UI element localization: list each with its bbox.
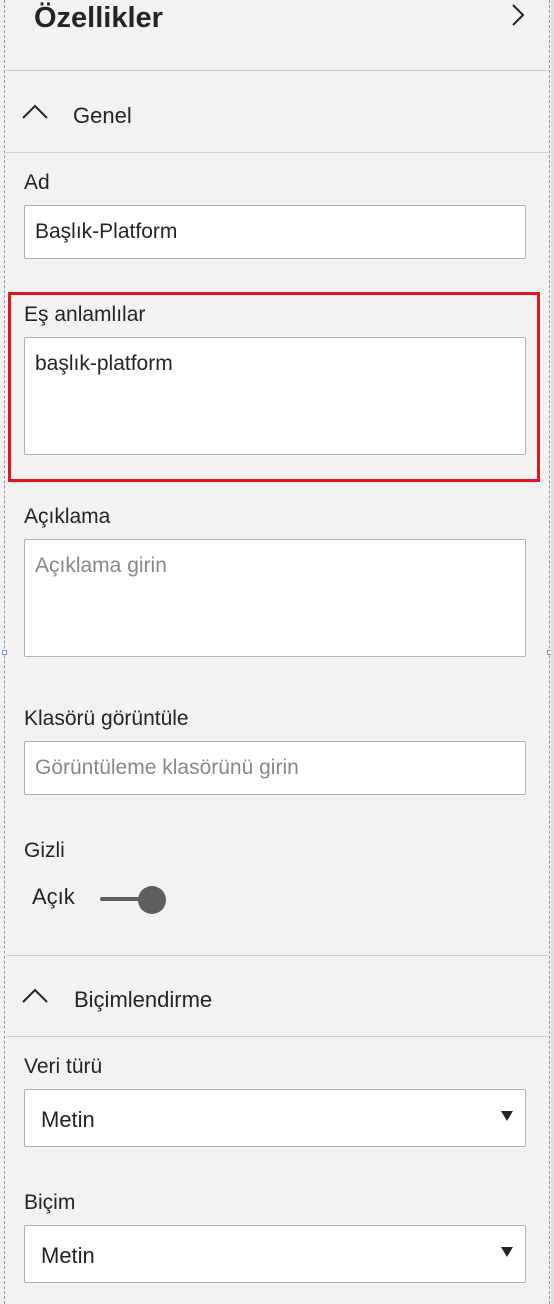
chevron-up-icon[interactable] — [20, 986, 50, 1006]
chevron-up-icon[interactable] — [20, 102, 50, 122]
caret-down-icon — [501, 1111, 513, 1121]
resize-handle-left[interactable] — [2, 650, 7, 655]
format-select[interactable]: Metin — [24, 1225, 526, 1283]
synonyms-textarea[interactable]: başlık-platform — [24, 337, 526, 455]
name-input-value: Başlık-Platform — [35, 220, 178, 243]
synonyms-textarea-value: başlık-platform — [35, 352, 173, 375]
name-input[interactable]: Başlık-Platform — [24, 205, 526, 259]
data-type-value: Metin — [41, 1107, 95, 1132]
divider — [6, 70, 548, 71]
description-label: Açıklama — [24, 505, 111, 528]
synonyms-label: Eş anlamlılar — [24, 303, 146, 326]
description-textarea[interactable]: Açıklama girin — [24, 539, 526, 657]
section-label-general: Genel — [73, 103, 132, 128]
data-type-label: Veri türü — [24, 1055, 103, 1078]
display-folder-input[interactable]: Görüntüleme klasörünü girin — [24, 741, 526, 795]
data-type-select[interactable]: Metin — [24, 1089, 526, 1147]
hidden-toggle[interactable] — [100, 884, 168, 914]
divider — [6, 955, 548, 956]
toggle-knob — [138, 886, 166, 914]
description-placeholder: Açıklama girin — [35, 554, 167, 577]
chevron-right-icon[interactable] — [505, 0, 529, 30]
hidden-label: Gizli — [24, 839, 65, 862]
format-label: Biçim — [24, 1191, 76, 1214]
display-folder-label: Klasörü görüntüle — [24, 707, 189, 730]
hidden-toggle-state: Açık — [32, 884, 75, 909]
section-label-formatting: Biçimlendirme — [74, 987, 213, 1012]
divider — [6, 152, 548, 153]
caret-down-icon — [501, 1247, 513, 1257]
display-folder-placeholder: Görüntüleme klasörünü girin — [35, 756, 299, 779]
format-value: Metin — [41, 1243, 95, 1268]
name-label: Ad — [24, 171, 50, 194]
pane-title: Özellikler — [34, 2, 163, 34]
divider — [6, 1036, 548, 1037]
